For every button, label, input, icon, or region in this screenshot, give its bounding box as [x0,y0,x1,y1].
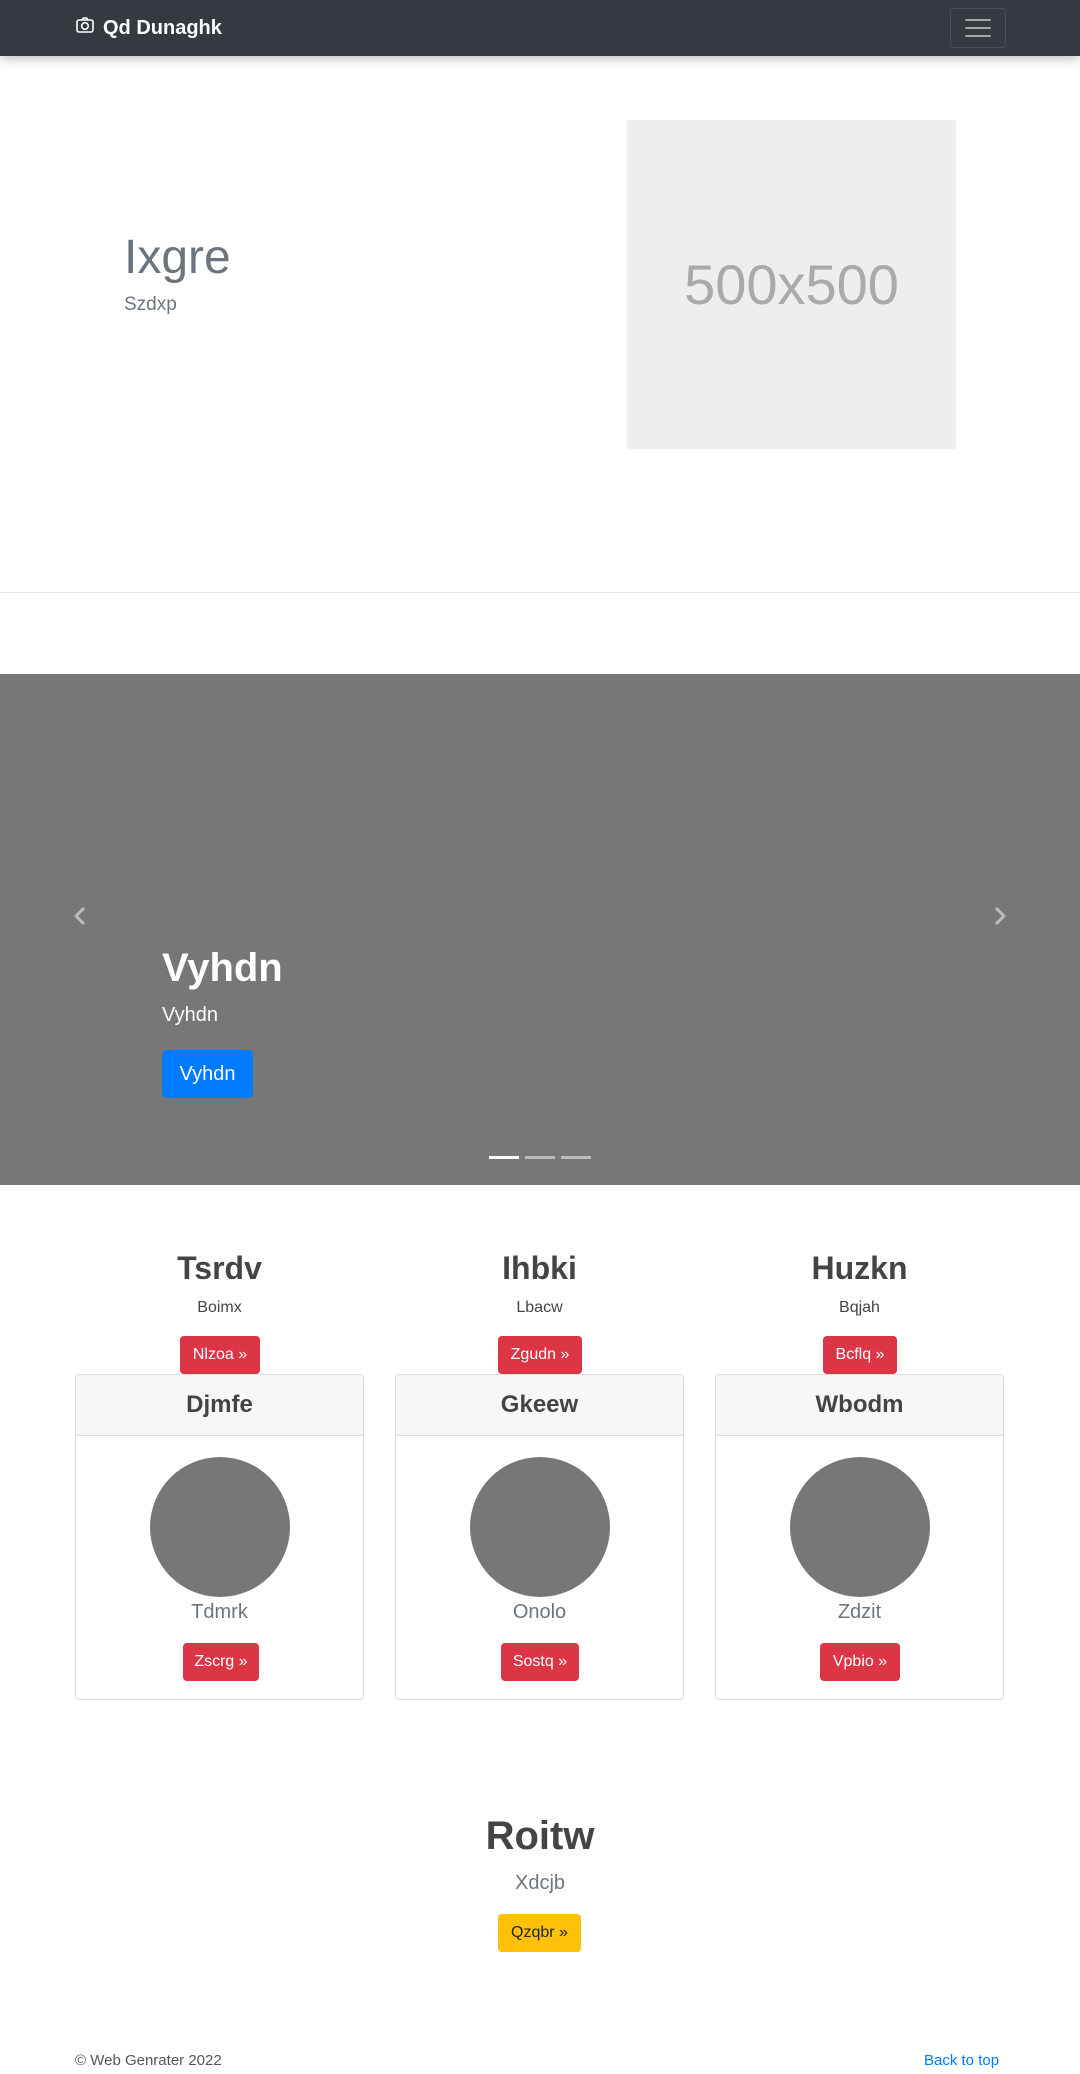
column-button[interactable]: Bcflq » [823,1336,897,1374]
navbar: Qd Dunaghk [0,0,1080,56]
camera-icon [75,15,95,41]
card: Djmfe Tdmrk Zscrg » [75,1374,364,1700]
hamburger-menu-icon [965,19,991,21]
carousel-indicator-1[interactable] [489,1156,519,1159]
navbar-brand[interactable]: Qd Dunaghk [75,0,222,56]
carousel-caption-text: Vyhdn [162,1004,218,1026]
navbar-toggler-button[interactable] [950,8,1006,48]
column-title: Tsrdv [177,1250,262,1286]
avatar [790,1457,930,1597]
footer-copyright: © Web Genrater 2022 [75,2052,222,2069]
hero-title: Ixgre [124,231,231,284]
card-header: Wbodm [716,1375,1003,1436]
section-title: Roitw [485,1814,595,1858]
card-text: Onolo [512,1601,567,1623]
carousel-indicator-3[interactable] [561,1156,591,1159]
column-text: Lbacw [516,1299,563,1316]
card-text: Tdmrk [191,1601,248,1623]
hero-image-placeholder: 500x500 [627,120,956,449]
avatar [470,1457,610,1597]
carousel-prev-button[interactable] [69,904,93,928]
card-header: Djmfe [76,1375,363,1436]
back-to-top-link[interactable]: Back to top [924,2052,999,2069]
column-title: Ihbki [502,1250,577,1286]
carousel-cta-button[interactable]: Vyhdn [162,1050,253,1098]
section-subtitle: Xdcjb [514,1872,566,1894]
column-text: Bqjah [839,1299,880,1316]
card-text: Zdzit [837,1601,882,1623]
chevron-right-icon [994,906,1007,926]
carousel-indicators [489,1156,591,1159]
card: Gkeew Onolo Sostq » [395,1374,684,1700]
avatar [150,1457,290,1597]
column-button[interactable]: Nlzoa » [180,1336,260,1374]
column-title: Huzkn [811,1250,908,1286]
column-text: Boimx [197,1299,242,1316]
card-button[interactable]: Zscrg » [183,1643,259,1681]
section-button[interactable]: Qzqbr » [498,1914,581,1952]
card-button[interactable]: Sostq » [501,1643,579,1681]
card: Wbodm Zdzit Vpbio » [715,1374,1004,1700]
card-header: Gkeew [396,1375,683,1436]
carousel-next-button[interactable] [987,904,1011,928]
hero-subtitle: Szdxp [124,294,177,315]
carousel: Vyhdn Vyhdn Vyhdn [0,674,1080,1185]
card-button[interactable]: Vpbio » [820,1643,900,1681]
carousel-caption-title: Vyhdn [162,946,283,990]
section-divider [0,592,1080,593]
brand-name: Qd Dunaghk [103,16,222,39]
carousel-indicator-2[interactable] [525,1156,555,1159]
chevron-left-icon [73,906,86,926]
column-button[interactable]: Zgudn » [498,1336,582,1374]
